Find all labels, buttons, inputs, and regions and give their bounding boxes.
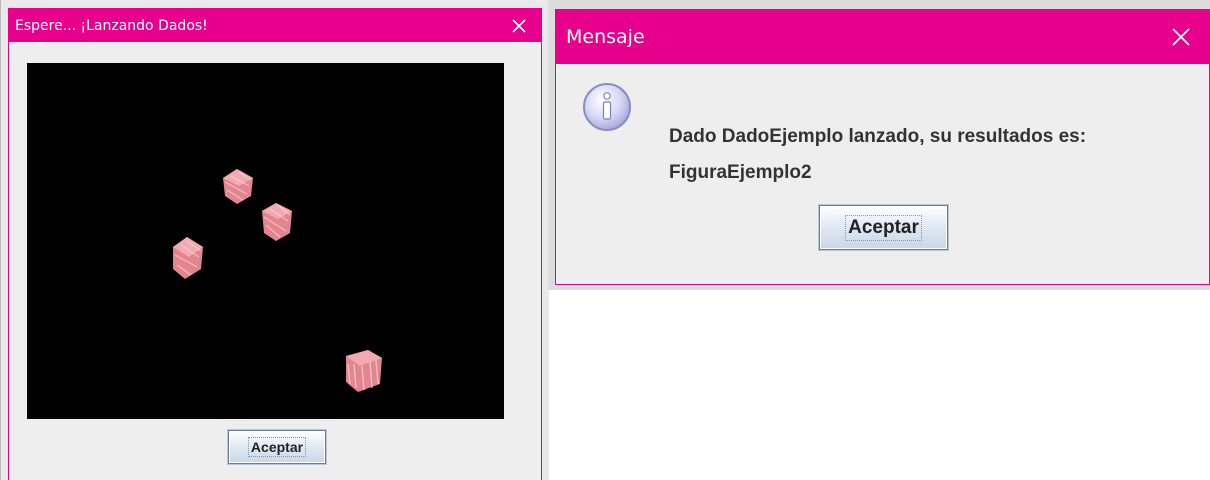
dice-dialog-close-button[interactable]: [497, 9, 541, 42]
message-text-line-1: Dado DadoEjemplo lanzado, su resultados …: [669, 126, 1087, 147]
die-1: [223, 169, 253, 204]
message-dialog-titlebar[interactable]: Mensaje: [556, 10, 1209, 64]
close-icon: [512, 18, 526, 33]
close-icon: [1172, 28, 1190, 46]
dice-dialog-title: Espere... ¡Lanzando Dados!: [15, 17, 208, 34]
info-icon: [583, 83, 631, 131]
message-dialog-accept-button[interactable]: Aceptar: [819, 205, 948, 250]
dice-animation-canvas: [27, 63, 504, 419]
dice-rolling-dialog: Espere... ¡Lanzando Dados! Aceptar: [8, 8, 542, 480]
message-text-line-2: FiguraEjemplo2: [669, 162, 812, 183]
message-dialog-title: Mensaje: [566, 26, 645, 48]
message-dialog-accept-label: Aceptar: [845, 214, 922, 241]
dice-dialog-accept-label: Aceptar: [247, 437, 307, 457]
dice-dialog-titlebar[interactable]: Espere... ¡Lanzando Dados!: [9, 9, 541, 42]
die-3: [173, 237, 203, 279]
message-dialog-close-button[interactable]: [1153, 10, 1209, 64]
die-4: [346, 350, 382, 392]
dice-dialog-accept-button[interactable]: Aceptar: [228, 430, 326, 464]
message-dialog: Mensaje Dado DadoEjemplo lanzado, su res…: [555, 9, 1210, 285]
die-2: [262, 203, 292, 241]
